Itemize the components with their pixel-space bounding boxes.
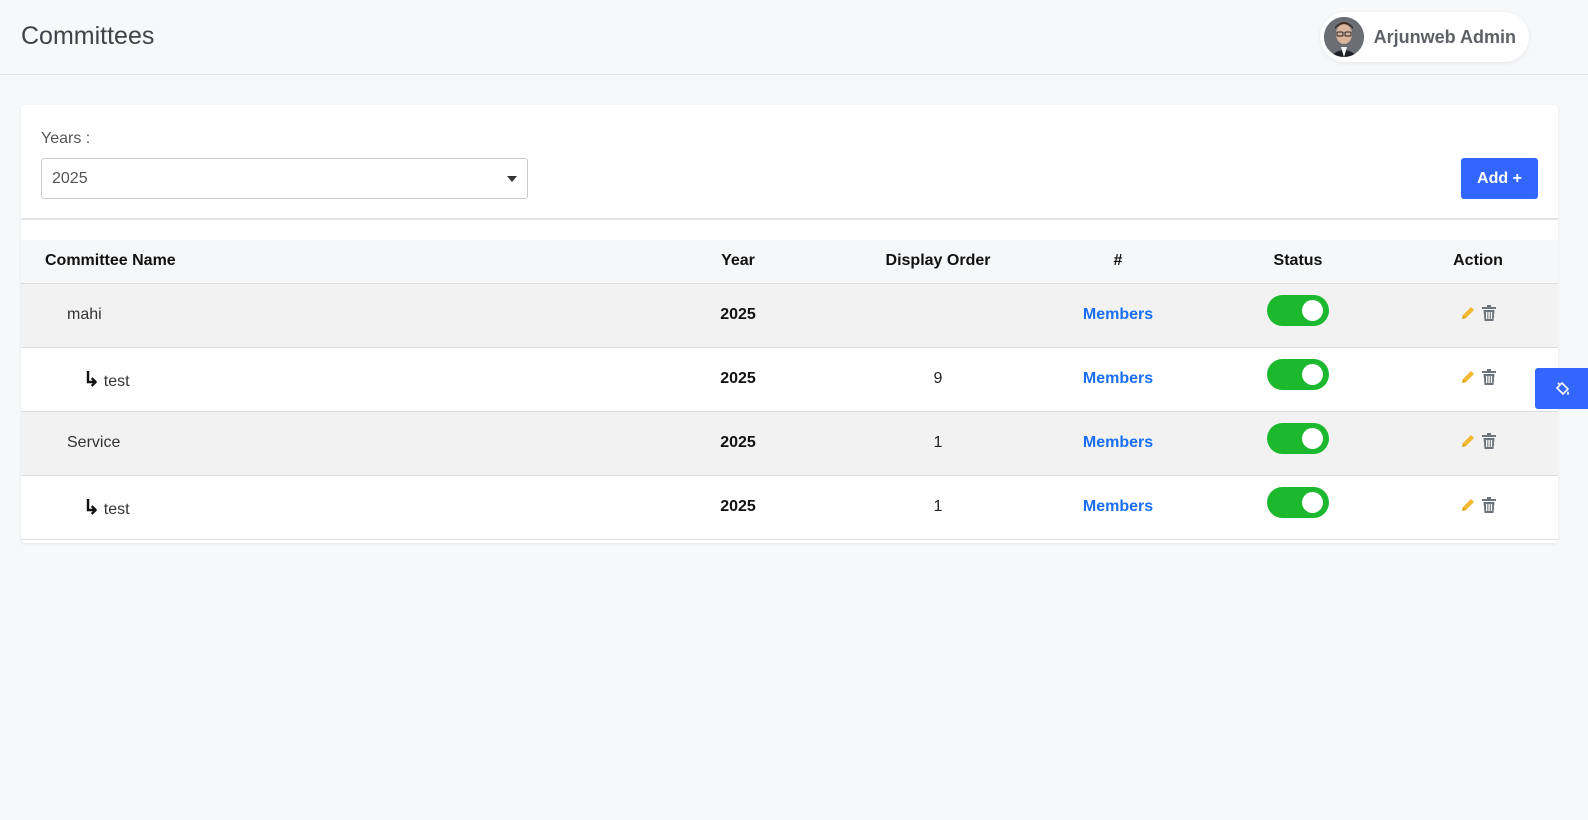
column-header-action: Action xyxy=(1398,240,1558,284)
committees-card: Years : 2025 Add + Committee Name Year D… xyxy=(21,105,1558,543)
add-button[interactable]: Add + xyxy=(1461,158,1538,199)
trash-icon[interactable] xyxy=(1482,496,1496,513)
toggle-knob xyxy=(1302,299,1323,321)
trash-icon[interactable] xyxy=(1482,368,1496,385)
page-title: Committees xyxy=(21,22,155,50)
toggle-knob xyxy=(1302,363,1323,385)
table-row: Service 2025 1 Members xyxy=(21,411,1558,476)
trash-icon[interactable] xyxy=(1482,304,1496,321)
theme-customizer-button[interactable] xyxy=(1535,368,1588,409)
user-name: Arjunweb Admin xyxy=(1373,26,1516,47)
toggle-knob xyxy=(1302,491,1323,513)
divider xyxy=(21,218,1558,220)
years-select-value: 2025 xyxy=(52,169,88,187)
committee-order: 1 xyxy=(838,411,1038,476)
caret-down-icon xyxy=(507,176,517,182)
table-row: mahi 2025 Members xyxy=(21,283,1558,348)
status-toggle[interactable] xyxy=(1267,294,1329,326)
column-header-hash: # xyxy=(1038,240,1198,284)
committee-order: 1 xyxy=(838,475,1038,540)
pencil-icon[interactable] xyxy=(1460,369,1476,385)
column-header-order: Display Order xyxy=(838,240,1038,284)
years-select[interactable]: 2025 xyxy=(41,158,528,199)
table-row: ↳ test 2025 9 Members xyxy=(21,347,1558,412)
committee-name: test xyxy=(103,500,130,518)
column-header-status: Status xyxy=(1198,240,1398,284)
members-link[interactable]: Members xyxy=(1083,370,1153,387)
status-toggle[interactable] xyxy=(1267,422,1329,454)
pencil-icon[interactable] xyxy=(1460,497,1476,513)
status-toggle[interactable] xyxy=(1267,486,1329,518)
user-menu[interactable]: Arjunweb Admin xyxy=(1319,12,1529,62)
table-body: mahi 2025 Members ↳test 2025 9 Members xyxy=(21,283,1558,540)
pencil-icon[interactable] xyxy=(1460,433,1476,449)
committee-name: test xyxy=(103,372,130,390)
column-header-name: Committee Name xyxy=(21,240,638,284)
toggle-knob xyxy=(1302,427,1323,449)
child-arrow-icon: ↳ xyxy=(83,368,100,391)
trash-icon[interactable] xyxy=(1482,432,1496,449)
members-link[interactable]: Members xyxy=(1083,306,1153,323)
table-header-row: Committee Name Year Display Order # Stat… xyxy=(21,240,1558,284)
committees-table: Committee Name Year Display Order # Stat… xyxy=(21,240,1558,540)
committee-year: 2025 xyxy=(638,411,838,476)
pencil-icon[interactable] xyxy=(1460,305,1476,321)
committee-order xyxy=(838,283,1038,348)
status-toggle[interactable] xyxy=(1267,358,1329,390)
table-row: ↳ test 2025 1 Members xyxy=(21,475,1558,540)
committee-order: 9 xyxy=(838,347,1038,412)
committee-name: mahi xyxy=(21,283,638,348)
committee-year: 2025 xyxy=(638,475,838,540)
paint-bucket-icon xyxy=(1555,381,1569,395)
top-bar: Committees Arjunweb Admin xyxy=(0,0,1588,75)
avatar xyxy=(1323,17,1364,57)
members-link[interactable]: Members xyxy=(1083,498,1153,515)
child-arrow-icon: ↳ xyxy=(83,496,100,519)
committee-name: Service xyxy=(21,411,638,476)
committee-year: 2025 xyxy=(638,347,838,412)
column-header-year: Year xyxy=(638,240,838,284)
years-label: Years : xyxy=(41,130,91,147)
members-link[interactable]: Members xyxy=(1083,434,1153,451)
committee-year: 2025 xyxy=(638,283,838,348)
